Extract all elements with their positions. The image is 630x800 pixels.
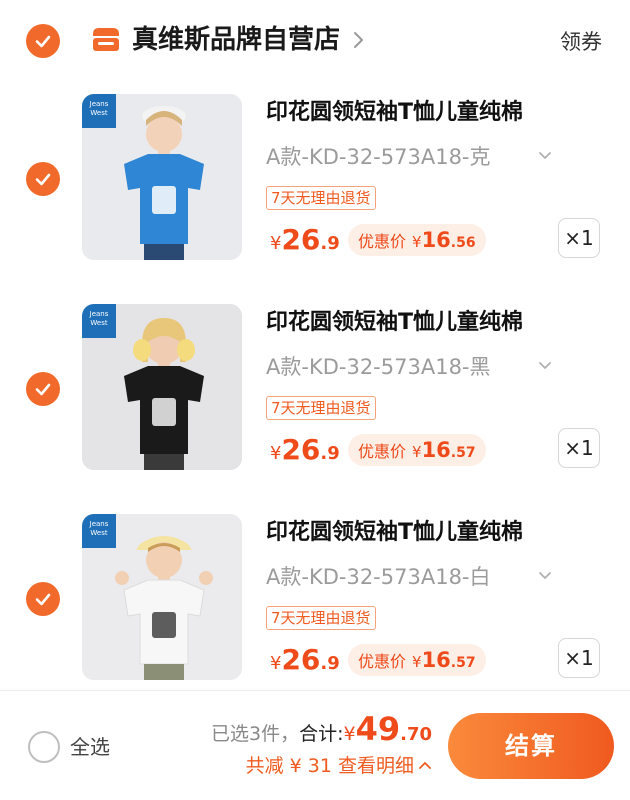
item-price: ¥26.9 xyxy=(270,222,340,262)
item-price: ¥26.9 xyxy=(270,432,340,472)
chevron-down-icon[interactable] xyxy=(538,150,552,162)
item-select-checkbox[interactable] xyxy=(26,162,60,196)
promo-label: 优惠价 xyxy=(358,232,407,251)
price-decimal: .9 xyxy=(320,233,340,254)
brand-logo: Jeans West xyxy=(82,514,116,548)
price-decimal: .9 xyxy=(320,443,340,464)
promo-decimal: .57 xyxy=(450,655,476,671)
cart-item: Jeans West 印花圆领短袖T恤儿童纯棉 A款-KD-32-573A18-克… xyxy=(0,94,630,294)
total-integer: 49 xyxy=(355,710,401,748)
store-header: 真维斯品牌自营店 领券 xyxy=(0,0,630,84)
checkmark-icon xyxy=(35,383,51,396)
price-symbol: ¥ xyxy=(270,653,282,674)
checkmark-icon xyxy=(35,35,51,48)
cart-item: Jeans West 印花圆领短袖T恤儿童纯棉 A款-KD-32-573A18-黑… xyxy=(0,304,630,504)
product-image[interactable]: Jeans West xyxy=(82,94,242,260)
item-select-checkbox[interactable] xyxy=(26,372,60,406)
brand-logo: Jeans West xyxy=(82,304,116,338)
promo-integer: 16 xyxy=(421,648,451,672)
quantity-button[interactable]: ×1 xyxy=(558,218,600,258)
product-image[interactable]: Jeans West xyxy=(82,304,242,470)
variant-selector[interactable]: A款-KD-32-573A18-黑 xyxy=(266,352,491,382)
product-title[interactable]: 印花圆领短袖T恤儿童纯棉 xyxy=(266,308,523,338)
select-all-label[interactable]: 全选 xyxy=(70,733,110,761)
order-total: 已选3件，合计:¥49.70 xyxy=(211,709,432,755)
checkmark-icon xyxy=(35,593,51,606)
checkmark-icon xyxy=(35,173,51,186)
discount-detail-link[interactable]: 共减 ¥ 31 查看明细 xyxy=(246,751,432,781)
promo-price-badge: 优惠价 ¥16.56 xyxy=(348,224,486,256)
price-symbol: ¥ xyxy=(270,443,282,464)
promo-integer: 16 xyxy=(421,228,451,252)
checkout-bar: 全选 已选3件，合计:¥49.70 共减 ¥ 31 查看明细 结算 xyxy=(0,690,630,800)
product-title[interactable]: 印花圆领短袖T恤儿童纯棉 xyxy=(266,98,523,128)
price-decimal: .9 xyxy=(320,653,340,674)
chevron-up-icon xyxy=(419,762,431,769)
promo-label: 优惠价 xyxy=(358,442,407,461)
promo-symbol: ¥ xyxy=(412,653,422,671)
checkout-button[interactable]: 结算 xyxy=(448,713,614,779)
return-policy-tag: 7天无理由退货 xyxy=(266,186,376,210)
total-symbol: ¥ xyxy=(343,723,356,745)
total-decimal: .70 xyxy=(400,724,432,745)
store-select-checkbox[interactable] xyxy=(26,24,60,58)
promo-decimal: .56 xyxy=(450,235,476,251)
promo-label: 优惠价 xyxy=(358,652,407,671)
price-integer: 26 xyxy=(281,433,321,466)
brand-logo: Jeans West xyxy=(82,94,116,128)
promo-integer: 16 xyxy=(421,438,451,462)
coupon-button[interactable]: 领券 xyxy=(560,28,602,56)
variant-selector[interactable]: A款-KD-32-573A18-白 xyxy=(266,562,491,592)
item-price: ¥26.9 xyxy=(270,642,340,682)
variant-selector[interactable]: A款-KD-32-573A18-克 xyxy=(266,142,491,172)
item-select-checkbox[interactable] xyxy=(26,582,60,616)
quantity-button[interactable]: ×1 xyxy=(558,428,600,468)
chevron-down-icon[interactable] xyxy=(538,570,552,582)
chevron-down-icon[interactable] xyxy=(538,360,552,372)
price-integer: 26 xyxy=(281,223,321,256)
selected-count: 已选3件， xyxy=(210,723,300,745)
promo-price-badge: 优惠价 ¥16.57 xyxy=(348,434,486,466)
price-symbol: ¥ xyxy=(270,233,282,254)
promo-decimal: .57 xyxy=(450,445,476,461)
discount-text: 共减 ¥ 31 查看明细 xyxy=(245,755,414,777)
quantity-button[interactable]: ×1 xyxy=(558,638,600,678)
store-icon xyxy=(93,28,119,51)
return-policy-tag: 7天无理由退货 xyxy=(266,396,376,420)
return-policy-tag: 7天无理由退货 xyxy=(266,606,376,630)
chevron-right-icon[interactable] xyxy=(352,30,366,50)
product-image[interactable]: Jeans West xyxy=(82,514,242,680)
product-title[interactable]: 印花圆领短袖T恤儿童纯棉 xyxy=(266,518,523,548)
store-name[interactable]: 真维斯品牌自营店 xyxy=(132,22,340,58)
cart-item: Jeans West 印花圆领短袖T恤儿童纯棉 A款-KD-32-573A18-白… xyxy=(0,514,630,714)
total-label: 合计: xyxy=(299,723,344,745)
promo-symbol: ¥ xyxy=(412,443,422,461)
select-all-radio[interactable] xyxy=(28,731,60,763)
promo-price-badge: 优惠价 ¥16.57 xyxy=(348,644,486,676)
promo-symbol: ¥ xyxy=(412,233,422,251)
price-integer: 26 xyxy=(281,643,321,676)
cart-store-card: 真维斯品牌自营店 领券 Jeans West 印花圆领短袖T恤儿童纯棉 A款-KD… xyxy=(0,0,630,690)
